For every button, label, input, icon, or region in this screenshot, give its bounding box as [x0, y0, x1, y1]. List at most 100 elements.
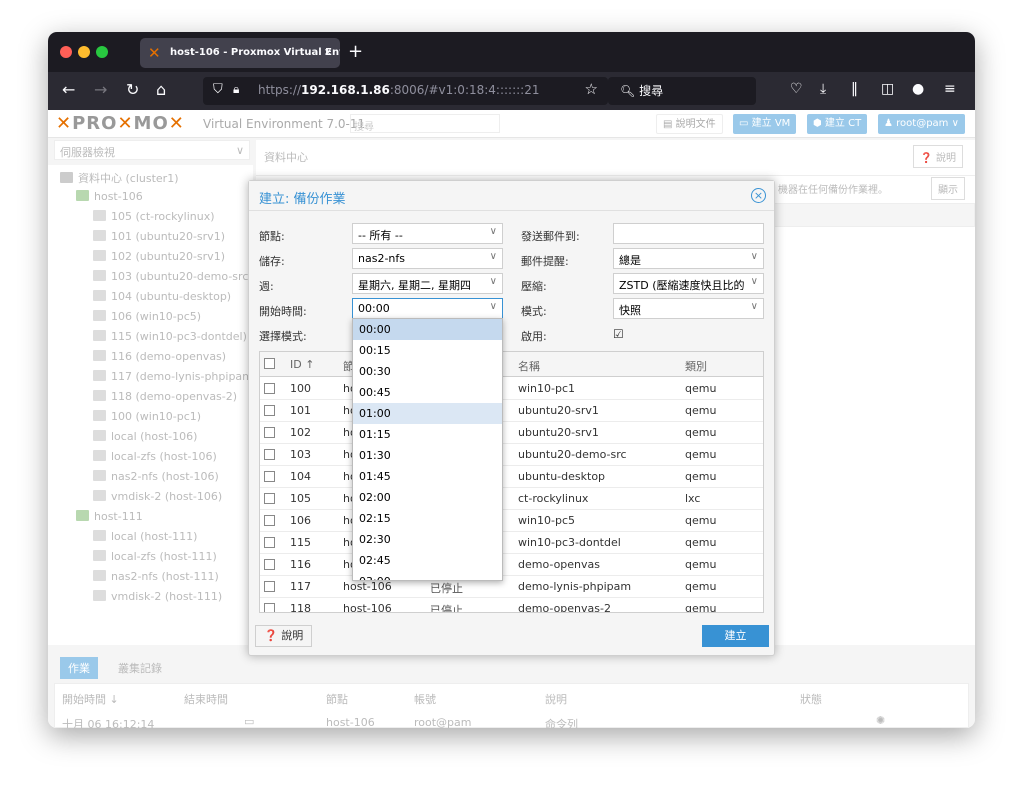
node-select[interactable]: -- 所有 -- ∨: [352, 223, 503, 244]
row-checkbox[interactable]: [264, 405, 275, 416]
row-checkbox[interactable]: [264, 581, 275, 592]
enable-checkbox[interactable]: ☑: [613, 327, 624, 341]
row-checkbox[interactable]: [264, 559, 275, 570]
tree-item[interactable]: 118 (demo-openvas-2): [93, 390, 237, 403]
tree-item[interactable]: 104 (ubuntu-desktop): [93, 290, 231, 303]
tree-item[interactable]: 115 (win10-pc3-dontdel): [93, 330, 247, 343]
task-col-header[interactable]: 說明: [545, 691, 567, 707]
table-row[interactable]: 104 ho ubuntu-desktop qemu: [260, 466, 763, 488]
row-checkbox[interactable]: [264, 603, 275, 612]
table-row[interactable]: 118 host-106 已停止 demo-openvas-2 qemu: [260, 598, 763, 612]
close-tab-icon[interactable]: ×: [324, 38, 332, 68]
view-selector[interactable]: 伺服器檢視 ∨: [54, 140, 250, 160]
start-time-select[interactable]: 00:00 ∨: [352, 298, 503, 319]
create-ct-button[interactable]: ⬢ 建立 CT: [807, 114, 868, 134]
row-checkbox[interactable]: [264, 537, 275, 548]
time-option[interactable]: 02:00: [353, 487, 502, 508]
table-row[interactable]: 101 ho ubuntu20-srv1 qemu: [260, 400, 763, 422]
user-menu-button[interactable]: ♟ root@pam ∨: [878, 114, 965, 134]
table-row[interactable]: 105 ho ct-rockylinux lxc: [260, 488, 763, 510]
row-checkbox[interactable]: [264, 515, 275, 526]
task-col-header[interactable]: 結束時間: [184, 691, 228, 707]
time-option[interactable]: 01:00: [353, 403, 502, 424]
task-col-header[interactable]: 帳號: [414, 691, 436, 707]
mailto-input[interactable]: [613, 223, 764, 244]
task-col-header[interactable]: 狀態: [800, 691, 822, 707]
time-option[interactable]: 01:15: [353, 424, 502, 445]
table-row[interactable]: 116 ho demo-openvas qemu: [260, 554, 763, 576]
reload-icon[interactable]: ↻: [126, 80, 139, 100]
pve-search-input[interactable]: 搜尋: [350, 114, 500, 133]
help-button[interactable]: ❓ 說明: [255, 625, 313, 647]
tree-item[interactable]: host-106: [76, 190, 143, 203]
time-option[interactable]: 02:30: [353, 529, 502, 550]
time-option[interactable]: 01:30: [353, 445, 502, 466]
library-icon[interactable]: ‖: [851, 81, 858, 97]
dow-select[interactable]: 星期六, 星期二, 星期四 ∨: [352, 273, 503, 294]
close-icon[interactable]: ×: [751, 188, 766, 203]
task-col-header[interactable]: 開始時間 ↓: [62, 691, 119, 707]
row-checkbox[interactable]: [264, 493, 275, 504]
maximize-window-icon[interactable]: [96, 46, 108, 58]
download-icon[interactable]: ⤓: [820, 81, 826, 97]
tree-item[interactable]: nas2-nfs (host-106): [93, 470, 219, 483]
tree-item[interactable]: local (host-111): [93, 530, 197, 543]
table-row[interactable]: 115 ho win10-pc3-dontdel qemu: [260, 532, 763, 554]
bookmark-star-icon[interactable]: ☆: [585, 80, 598, 98]
close-window-icon[interactable]: [60, 46, 72, 58]
url-bar[interactable]: ⛉ 🔒︎ https://192.168.1.86:8006/#v1:0:18:…: [203, 77, 608, 105]
time-option[interactable]: 03:00: [353, 571, 502, 580]
row-checkbox[interactable]: [264, 471, 275, 482]
tab-cluster-log[interactable]: 叢集記錄: [118, 660, 162, 676]
back-icon[interactable]: ←: [62, 80, 75, 100]
shield-icon[interactable]: ⛉: [213, 82, 223, 97]
tree-item[interactable]: vmdisk-2 (host-106): [93, 490, 222, 503]
col-name[interactable]: 名稱: [518, 358, 540, 374]
tree-item[interactable]: 102 (ubuntu20-srv1): [93, 250, 225, 263]
time-option[interactable]: 00:45: [353, 382, 502, 403]
home-icon[interactable]: ⌂: [156, 80, 166, 100]
create-button[interactable]: 建立: [702, 625, 769, 647]
tab-tasks[interactable]: 作業: [60, 657, 98, 679]
lock-icon[interactable]: 🔒︎: [233, 82, 239, 97]
select-all-checkbox[interactable]: [264, 358, 275, 369]
minimize-window-icon[interactable]: [78, 46, 90, 58]
col-id[interactable]: ID ↑: [290, 358, 314, 371]
table-row[interactable]: 103 ho ubuntu20-demo-src qemu: [260, 444, 763, 466]
pocket-icon[interactable]: ♡: [790, 81, 803, 97]
row-checkbox[interactable]: [264, 383, 275, 394]
browser-search[interactable]: 🔍︎ 搜尋: [608, 77, 756, 105]
tree-item[interactable]: 100 (win10-pc1): [93, 410, 201, 423]
browser-tab[interactable]: ✕ host-106 - Proxmox Virtual Envi ×: [140, 38, 340, 68]
table-row[interactable]: 117 host-106 已停止 demo-lynis-phpipam qemu: [260, 576, 763, 598]
tree-item[interactable]: 106 (win10-pc5): [93, 310, 201, 323]
tree-item[interactable]: local (host-106): [93, 430, 197, 443]
tree-item[interactable]: nas2-nfs (host-111): [93, 570, 219, 583]
col-type[interactable]: 類別: [685, 358, 707, 374]
create-vm-button[interactable]: ▭ 建立 VM: [733, 114, 797, 134]
time-option[interactable]: 02:15: [353, 508, 502, 529]
storage-select[interactable]: nas2-nfs ∨: [352, 248, 503, 269]
time-option[interactable]: 00:30: [353, 361, 502, 382]
help-button-main[interactable]: ❓ 說明: [913, 145, 963, 168]
time-option[interactable]: 01:45: [353, 466, 502, 487]
tree-item[interactable]: 103 (ubuntu20-demo-src): [93, 270, 253, 283]
tree-item[interactable]: vmdisk-2 (host-111): [93, 590, 222, 603]
tree-item[interactable]: local-zfs (host-111): [93, 550, 217, 563]
table-row[interactable]: 102 ho ubuntu20-srv1 qemu: [260, 422, 763, 444]
mode-select[interactable]: 快照 ∨: [613, 298, 764, 319]
tree-item[interactable]: host-111: [76, 510, 143, 523]
tree-item[interactable]: local-zfs (host-106): [93, 450, 217, 463]
tree-item[interactable]: 101 (ubuntu20-srv1): [93, 230, 225, 243]
tree-item[interactable]: 117 (demo-lynis-phpipam): [93, 370, 257, 383]
row-checkbox[interactable]: [264, 427, 275, 438]
tree-item[interactable]: 116 (demo-openvas): [93, 350, 226, 363]
table-row[interactable]: 106 ho win10-pc5 qemu: [260, 510, 763, 532]
new-tab-icon[interactable]: +: [348, 38, 363, 66]
time-option[interactable]: 02:45: [353, 550, 502, 571]
sidebar-icon[interactable]: ◫: [881, 81, 894, 97]
time-option[interactable]: 00:00: [353, 319, 502, 340]
tree-item[interactable]: 105 (ct-rockylinux): [93, 210, 215, 223]
row-checkbox[interactable]: [264, 449, 275, 460]
task-col-header[interactable]: 節點: [326, 691, 348, 707]
